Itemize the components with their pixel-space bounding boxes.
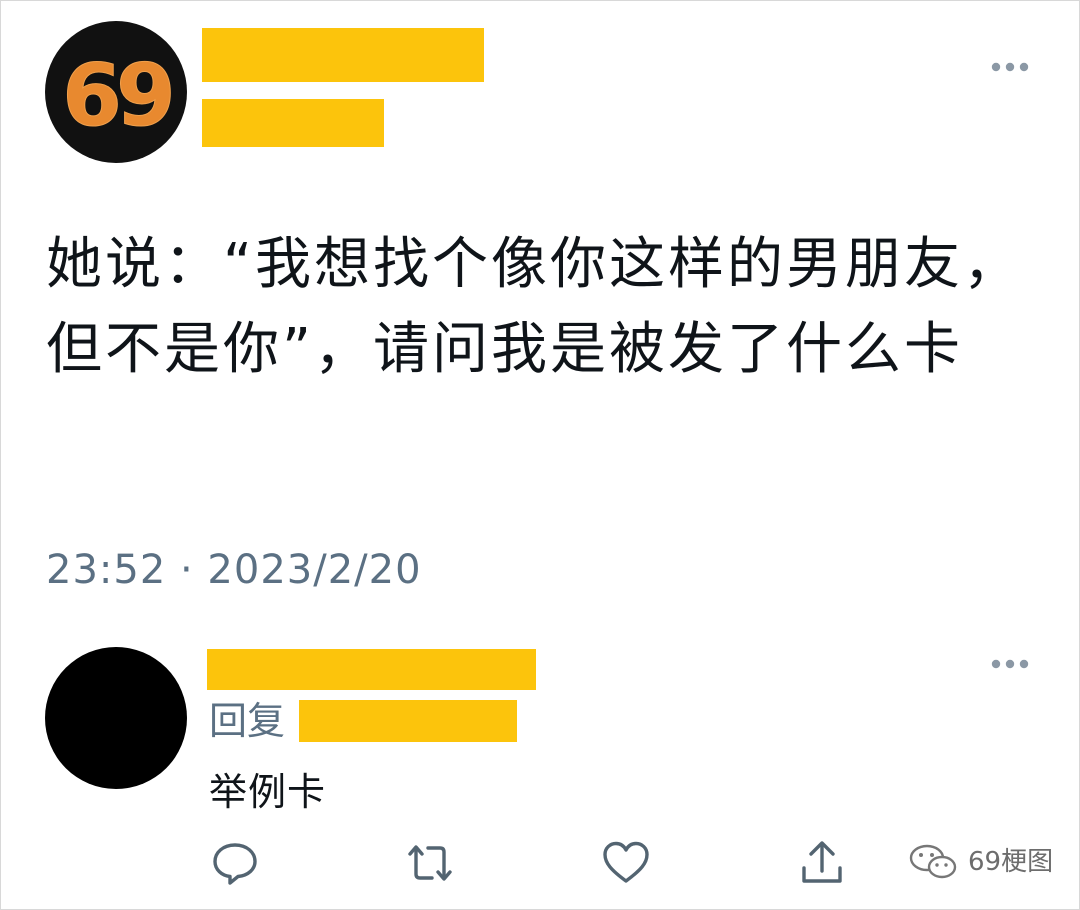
redacted-display-name	[202, 28, 484, 82]
more-horizontal-icon[interactable]	[990, 658, 1030, 670]
retweet-icon[interactable]	[405, 838, 455, 888]
reply-text: 举例卡	[209, 770, 327, 814]
author-avatar[interactable]: 69	[45, 21, 187, 163]
redacted-username	[202, 99, 384, 147]
avatar-logo: 69	[62, 46, 178, 147]
tweet-text: 她说：“我想找个像你这样的男朋友，但不是你”，请问我是被发了什么卡	[46, 232, 1023, 382]
redacted-reply-display-name	[207, 649, 536, 690]
share-icon[interactable]	[797, 838, 847, 888]
tweet-timestamp[interactable]: 23:52 · 2023/2/20	[46, 544, 422, 596]
watermark-text: 69梗图	[968, 847, 1054, 877]
more-horizontal-icon[interactable]	[990, 61, 1030, 73]
redacted-replying-to-handle	[299, 700, 517, 742]
reply-avatar[interactable]	[45, 647, 187, 789]
watermark: 69梗图	[906, 840, 1053, 884]
wechat-icon	[909, 844, 957, 879]
heart-icon[interactable]	[601, 838, 651, 888]
replying-to-label: 回复	[209, 699, 286, 743]
avatar-logo-text: 69	[62, 46, 171, 146]
speech-bubble-icon[interactable]	[210, 838, 260, 888]
